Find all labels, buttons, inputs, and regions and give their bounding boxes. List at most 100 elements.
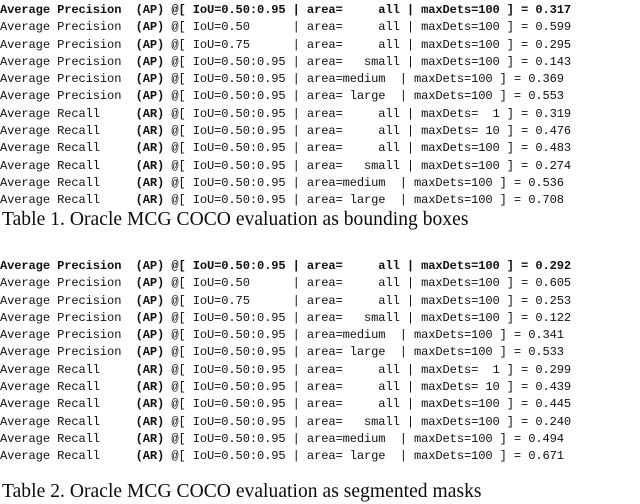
eval-row-metric-tag: (AR) <box>135 175 165 190</box>
eval-row-metric-tag: (AP) <box>135 310 165 325</box>
eval-row: Average Precision (AP) @[ IoU=0.50:0.95 … <box>0 54 640 71</box>
eval-row-params-and-value: @[ IoU=0.50:0.95 | area=medium | maxDets… <box>164 175 564 190</box>
eval-row-params-and-value: @[ IoU=0.50:0.95 | area= small | maxDets… <box>164 54 572 69</box>
eval-row-metric-name: Average Precision <box>0 345 136 360</box>
evaluation-output-table-2: Average Precision (AP) @[ IoU=0.50:0.95 … <box>0 258 640 466</box>
eval-row-metric-tag: (AR) <box>135 106 165 121</box>
table-2-caption: Table 2. Oracle MCG COCO evaluation as s… <box>2 481 482 502</box>
table-1-caption: Table 1. Oracle MCG COCO evaluation as b… <box>2 209 469 230</box>
eval-row-params-and-value: @[ IoU=0.50:0.95 | area= all | maxDets= … <box>164 362 572 377</box>
eval-row-metric-tag: (AR) <box>135 380 165 395</box>
eval-row-metric-tag: (AP) <box>135 345 165 360</box>
eval-row: Average Precision (AP) @[ IoU=0.50:0.95 … <box>0 327 640 344</box>
eval-row: Average Precision (AP) @[ IoU=0.75 | are… <box>0 293 640 310</box>
eval-row-metric-tag: (AP) <box>135 20 165 35</box>
eval-row-metric-tag: (AP) <box>135 293 165 308</box>
eval-row: Average Precision (AP) @[ IoU=0.50 | are… <box>0 19 640 36</box>
eval-row-metric-tag: (AR) <box>135 124 165 139</box>
eval-row-params-and-value: @[ IoU=0.50:0.95 | area= all | maxDets=1… <box>164 259 572 273</box>
eval-row: Average Recall (AR) @[ IoU=0.50:0.95 | a… <box>0 414 640 431</box>
eval-row-params-and-value: @[ IoU=0.50:0.95 | area= large | maxDets… <box>164 449 564 464</box>
eval-row-metric-name: Average Recall <box>0 141 136 156</box>
eval-row-params-and-value: @[ IoU=0.50:0.95 | area= large | maxDets… <box>164 345 564 360</box>
eval-row-metric-name: Average Precision <box>0 259 136 273</box>
eval-row-metric-name: Average Precision <box>0 89 136 104</box>
eval-row-metric-name: Average Recall <box>0 431 136 446</box>
eval-row-metric-tag: (AP) <box>135 259 165 273</box>
eval-row-metric-name: Average Precision <box>0 54 136 69</box>
eval-row: Average Precision (AP) @[ IoU=0.50:0.95 … <box>0 310 640 327</box>
eval-row-metric-name: Average Precision <box>0 37 136 52</box>
eval-row-params-and-value: @[ IoU=0.75 | area= all | maxDets=100 ] … <box>164 293 572 308</box>
eval-row: Average Recall (AR) @[ IoU=0.50:0.95 | a… <box>0 192 640 209</box>
eval-row-metric-tag: (AP) <box>135 72 165 87</box>
eval-row: Average Recall (AR) @[ IoU=0.50:0.95 | a… <box>0 431 640 448</box>
eval-row-metric-tag: (AR) <box>135 431 165 446</box>
eval-row-metric-name: Average Recall <box>0 449 136 464</box>
eval-row: Average Precision (AP) @[ IoU=0.50:0.95 … <box>0 258 640 275</box>
eval-row-metric-name: Average Precision <box>0 3 136 17</box>
eval-row-metric-name: Average Recall <box>0 158 136 173</box>
eval-row-metric-tag: (AP) <box>135 89 165 104</box>
eval-row-metric-name: Average Precision <box>0 293 136 308</box>
eval-row-metric-tag: (AR) <box>135 449 165 464</box>
eval-row: Average Recall (AR) @[ IoU=0.50:0.95 | a… <box>0 123 640 140</box>
eval-row-params-and-value: @[ IoU=0.50:0.95 | area= all | maxDets=1… <box>164 397 572 412</box>
eval-row-metric-tag: (AP) <box>135 328 165 343</box>
eval-row-params-and-value: @[ IoU=0.50:0.95 | area= all | maxDets=1… <box>164 141 572 156</box>
eval-row-metric-tag: (AP) <box>135 276 165 291</box>
eval-row-metric-name: Average Recall <box>0 175 136 190</box>
eval-row-metric-name: Average Recall <box>0 124 136 139</box>
eval-row-metric-name: Average Precision <box>0 276 136 291</box>
eval-row: Average Recall (AR) @[ IoU=0.50:0.95 | a… <box>0 158 640 175</box>
eval-row: Average Recall (AR) @[ IoU=0.50:0.95 | a… <box>0 379 640 396</box>
eval-row: Average Precision (AP) @[ IoU=0.50:0.95 … <box>0 2 640 19</box>
eval-row: Average Precision (AP) @[ IoU=0.50:0.95 … <box>0 344 640 361</box>
eval-row: Average Precision (AP) @[ IoU=0.50:0.95 … <box>0 71 640 88</box>
eval-row-metric-name: Average Precision <box>0 310 136 325</box>
eval-row: Average Recall (AR) @[ IoU=0.50:0.95 | a… <box>0 362 640 379</box>
eval-row-params-and-value: @[ IoU=0.50 | area= all | maxDets=100 ] … <box>164 20 572 35</box>
eval-row-params-and-value: @[ IoU=0.50:0.95 | area=medium | maxDets… <box>164 72 564 87</box>
eval-row-metric-name: Average Recall <box>0 397 136 412</box>
eval-row-params-and-value: @[ IoU=0.50:0.95 | area=medium | maxDets… <box>164 431 564 446</box>
eval-row-params-and-value: @[ IoU=0.50:0.95 | area= large | maxDets… <box>164 193 564 208</box>
eval-row-metric-name: Average Recall <box>0 193 136 208</box>
eval-row: Average Recall (AR) @[ IoU=0.50:0.95 | a… <box>0 106 640 123</box>
eval-row-params-and-value: @[ IoU=0.50:0.95 | area= large | maxDets… <box>164 89 564 104</box>
eval-row-metric-tag: (AR) <box>135 362 165 377</box>
eval-row-metric-name: Average Precision <box>0 20 136 35</box>
eval-row-metric-name: Average Precision <box>0 328 136 343</box>
document-page: Average Precision (AP) @[ IoU=0.50:0.95 … <box>0 0 640 504</box>
eval-row-params-and-value: @[ IoU=0.50:0.95 | area= all | maxDets= … <box>164 124 572 139</box>
eval-row: Average Precision (AP) @[ IoU=0.50:0.95 … <box>0 88 640 105</box>
eval-row: Average Recall (AR) @[ IoU=0.50:0.95 | a… <box>0 448 640 465</box>
eval-row-params-and-value: @[ IoU=0.50 | area= all | maxDets=100 ] … <box>164 276 572 291</box>
eval-row: Average Recall (AR) @[ IoU=0.50:0.95 | a… <box>0 140 640 157</box>
eval-row: Average Recall (AR) @[ IoU=0.50:0.95 | a… <box>0 396 640 413</box>
eval-row-params-and-value: @[ IoU=0.50:0.95 | area= small | maxDets… <box>164 414 572 429</box>
eval-row-metric-tag: (AP) <box>135 37 165 52</box>
eval-row-params-and-value: @[ IoU=0.50:0.95 | area= all | maxDets= … <box>164 380 572 395</box>
eval-row-metric-name: Average Recall <box>0 414 136 429</box>
eval-row-params-and-value: @[ IoU=0.50:0.95 | area=medium | maxDets… <box>164 328 564 343</box>
eval-row-params-and-value: @[ IoU=0.50:0.95 | area= small | maxDets… <box>164 158 572 173</box>
eval-row-metric-tag: (AR) <box>135 414 165 429</box>
evaluation-output-table-1: Average Precision (AP) @[ IoU=0.50:0.95 … <box>0 2 640 210</box>
eval-row-params-and-value: @[ IoU=0.50:0.95 | area= all | maxDets=1… <box>164 3 572 17</box>
eval-row-params-and-value: @[ IoU=0.50:0.95 | area= small | maxDets… <box>164 310 572 325</box>
eval-row-params-and-value: @[ IoU=0.75 | area= all | maxDets=100 ] … <box>164 37 572 52</box>
eval-row-metric-name: Average Recall <box>0 380 136 395</box>
eval-row-params-and-value: @[ IoU=0.50:0.95 | area= all | maxDets= … <box>164 106 572 121</box>
eval-row-metric-tag: (AR) <box>135 193 165 208</box>
eval-row-metric-tag: (AP) <box>135 3 165 17</box>
eval-row-metric-tag: (AR) <box>135 158 165 173</box>
eval-row-metric-name: Average Recall <box>0 106 136 121</box>
eval-row-metric-tag: (AP) <box>135 54 165 69</box>
eval-row: Average Recall (AR) @[ IoU=0.50:0.95 | a… <box>0 175 640 192</box>
eval-row-metric-tag: (AR) <box>135 141 165 156</box>
eval-row: Average Precision (AP) @[ IoU=0.50 | are… <box>0 275 640 292</box>
eval-row: Average Precision (AP) @[ IoU=0.75 | are… <box>0 37 640 54</box>
eval-row-metric-tag: (AR) <box>135 397 165 412</box>
eval-row-metric-name: Average Recall <box>0 362 136 377</box>
